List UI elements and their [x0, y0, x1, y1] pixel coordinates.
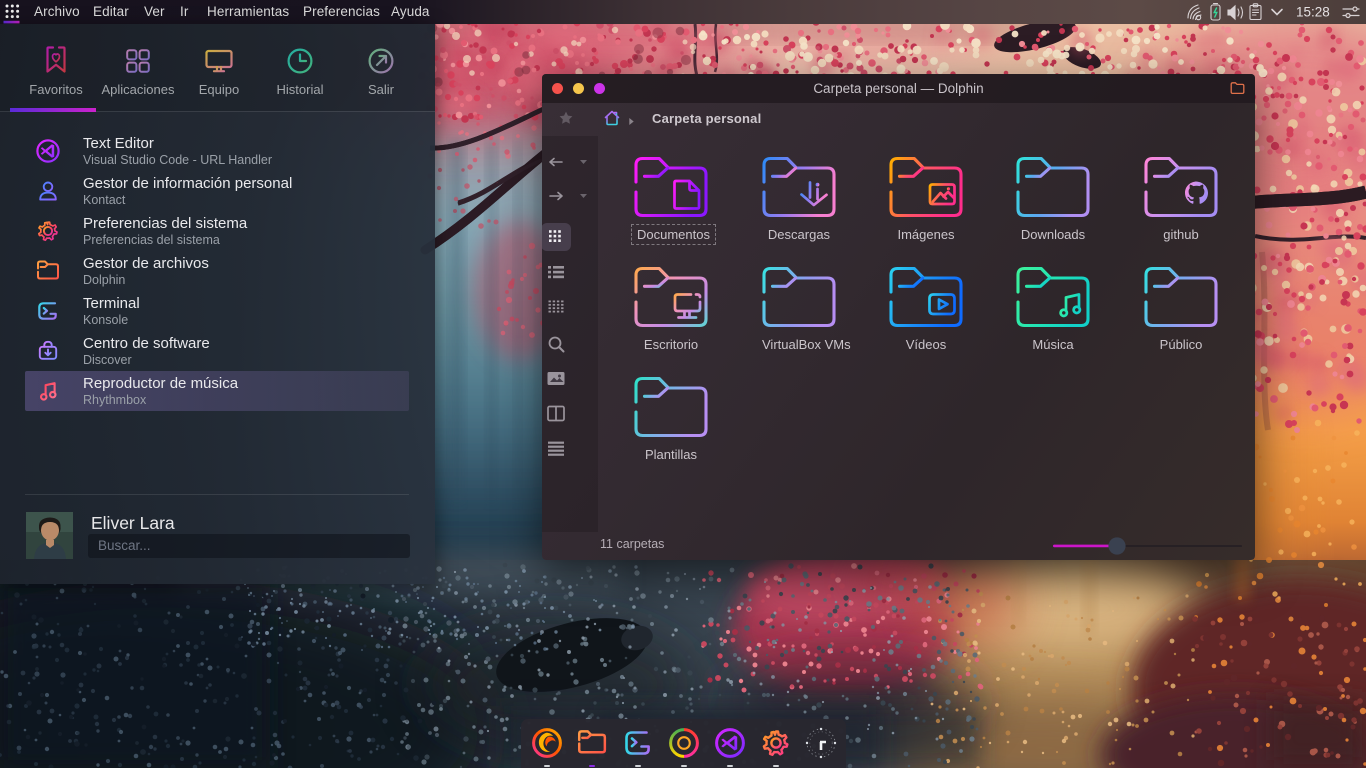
svg-text:15:28: 15:28	[1296, 5, 1330, 20]
